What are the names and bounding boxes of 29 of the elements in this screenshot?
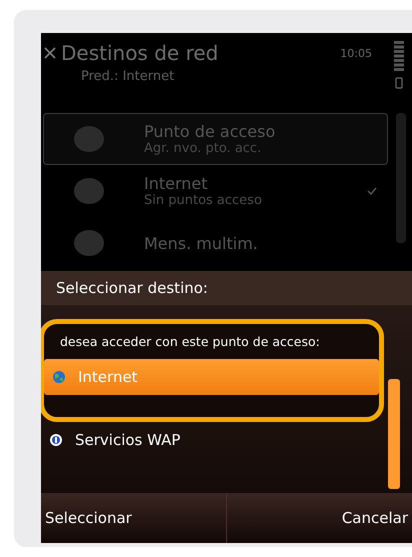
- destination-name: Mens. multim.: [144, 234, 259, 252]
- cancel-button[interactable]: Cancelar: [226, 493, 412, 543]
- info-icon: [49, 433, 63, 447]
- close-icon[interactable]: [43, 46, 57, 60]
- destination-detail: Sin puntos acceso: [144, 193, 263, 208]
- window-title: Destinos de red: [61, 41, 218, 65]
- destination-icon: [74, 126, 104, 152]
- scrollbar[interactable]: [388, 379, 400, 489]
- globe-icon: [52, 370, 66, 384]
- dialog-message: desea acceder con este punto de acceso:: [59, 333, 321, 351]
- signal-icon: [394, 41, 404, 73]
- destination-name: Punto de acceso: [144, 122, 276, 141]
- default-destination: Pred.: Internet: [81, 69, 176, 84]
- battery-icon: [395, 77, 403, 89]
- destination-option[interactable]: Servicios WAP: [41, 422, 384, 458]
- destination-detail: Agr. nvo. pto. acc.: [144, 141, 262, 156]
- select-button[interactable]: Seleccionar: [41, 493, 226, 543]
- scrollbar[interactable]: [396, 113, 406, 243]
- dialog-title: Seleccionar destino:: [41, 271, 412, 305]
- destination-row[interactable]: Punto de acceso Agr. nvo. pto. acc.: [43, 113, 388, 165]
- option-label: Servicios WAP: [75, 431, 180, 449]
- destination-row[interactable]: Mens. multim.: [43, 217, 388, 269]
- destination-row[interactable]: Internet Sin puntos acceso: [43, 165, 388, 217]
- destination-option[interactable]: Internet: [44, 359, 379, 395]
- option-label: Internet: [78, 368, 138, 386]
- destination-icon: [74, 230, 104, 256]
- destination-name: Internet: [144, 174, 209, 193]
- destination-icon: [74, 178, 104, 204]
- clock-time: 10:05: [340, 46, 372, 60]
